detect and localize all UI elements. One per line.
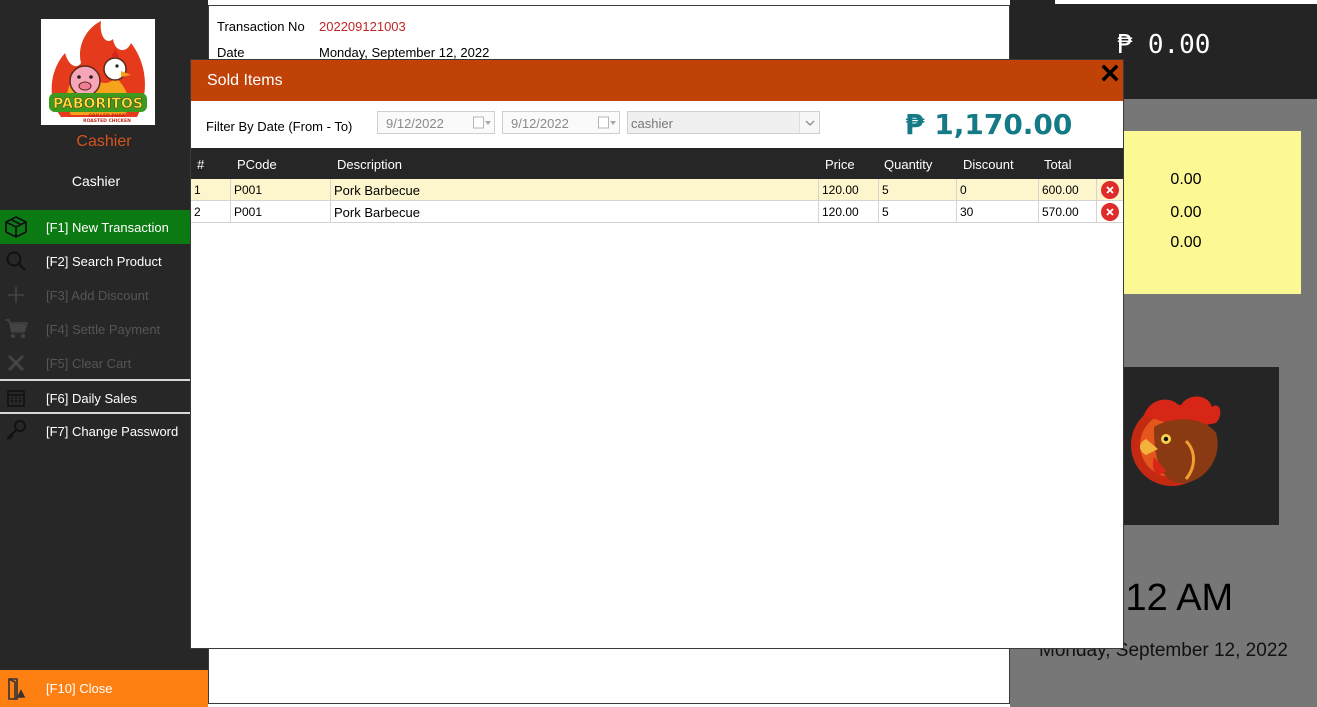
sidebar: PABORITOS GRILLED PORK ROASTED CHICKEN C… — [0, 0, 208, 707]
role-title: Cashier — [76, 133, 132, 150]
cell-description: Pork Barbecue — [331, 179, 819, 201]
total-amount: ₱ 0.00 — [1116, 30, 1211, 60]
cashier-filter-select[interactable]: cashier — [627, 111, 820, 134]
delete-row-icon[interactable] — [1101, 203, 1119, 221]
menu-settle-payment[interactable]: [F4] Settle Payment — [0, 312, 190, 346]
column-header-description: Description — [337, 157, 403, 172]
menu-new-transaction[interactable]: [F1] New Transaction — [0, 210, 190, 244]
calendar-dropdown-icon[interactable] — [473, 116, 491, 130]
cell-pcode: P001 — [231, 201, 331, 223]
logo-brand-text: PABORITOS — [53, 96, 143, 112]
column-header-total: Total — [1044, 157, 1072, 172]
user-name: Cashier — [71, 173, 121, 189]
menu-add-discount-label: [F3] Add Discount — [46, 287, 149, 303]
date-to-picker[interactable]: 9/12/2022 — [502, 111, 620, 134]
column-header-discount: Discount — [963, 157, 1014, 172]
close-icon[interactable] — [1099, 62, 1121, 84]
transaction-date-value: Monday, September 12, 2022 — [319, 45, 490, 60]
plus-icon — [0, 278, 46, 312]
table-row[interactable]: 1 P001 Pork Barbecue 120.00 5 0 600.00 — [191, 179, 1123, 201]
transaction-no-value: 202209121003 — [319, 19, 406, 34]
filter-date-label: Filter By Date (From - To) — [206, 119, 353, 134]
logo-tagline-2: ROASTED CHICKEN — [83, 118, 131, 124]
package-icon — [0, 210, 46, 244]
date-from-value: 9/12/2022 — [386, 116, 444, 131]
summary-value-3: 0.00 — [1170, 234, 1202, 251]
exit-door-icon — [0, 670, 46, 707]
calendar-icon — [0, 381, 46, 415]
menu-search-product[interactable]: [F2] Search Product — [0, 244, 190, 278]
calendar-dropdown-icon[interactable] — [598, 116, 616, 130]
close-button-label: [F10] Close — [46, 681, 113, 696]
column-header-quantity: Quantity — [884, 157, 933, 172]
dialog-title: Sold Items — [207, 72, 283, 89]
column-header-pcode: PCode — [237, 157, 277, 172]
chevron-down-icon[interactable] — [799, 112, 819, 133]
cell-total: 570.00 — [1039, 201, 1097, 223]
cell-total: 600.00 — [1039, 179, 1097, 201]
cell-price: 120.00 — [819, 201, 879, 223]
menu-clear-cart[interactable]: [F5] Clear Cart — [0, 346, 190, 380]
close-button[interactable]: [F10] Close — [0, 670, 208, 707]
cell-number: 1 — [191, 179, 231, 201]
grand-total: ₱ 1,170.00 — [905, 108, 1073, 141]
menu-add-discount[interactable]: [F3] Add Discount — [0, 278, 190, 312]
dialog-header: Sold Items — [191, 60, 1123, 101]
search-icon — [0, 244, 46, 278]
delete-row-icon[interactable] — [1101, 181, 1119, 199]
column-header-number: # — [197, 157, 205, 172]
cell-number: 2 — [191, 201, 231, 223]
payment-summary: 0.00 0.00 0.00 — [1124, 131, 1301, 294]
transaction-date-label: Date — [217, 45, 245, 60]
cell-quantity: 5 — [879, 201, 957, 223]
store-logo: PABORITOS GRILLED PORK ROASTED CHICKEN — [41, 19, 155, 125]
menu-change-password[interactable]: [F7] Change Password — [0, 414, 190, 448]
column-header-price: Price — [825, 157, 855, 172]
menu-search-product-label: [F2] Search Product — [46, 253, 162, 269]
menu-daily-sales-label: [F6] Daily Sales — [46, 390, 138, 406]
menu-daily-sales[interactable]: [F6] Daily Sales — [0, 381, 190, 415]
cell-price: 120.00 — [819, 179, 879, 201]
right-top-strip — [1055, 0, 1317, 4]
sold-items-dialog: Sold Items Filter By Date (From - To) 9/… — [190, 59, 1124, 649]
menu-clear-cart-label: [F5] Clear Cart — [46, 355, 132, 371]
menu-change-password-label: [F7] Change Password — [46, 423, 179, 439]
key-icon — [0, 414, 46, 448]
summary-value-2: 0.00 — [1170, 204, 1202, 221]
date-to-value: 9/12/2022 — [511, 116, 569, 131]
date-from-picker[interactable]: 9/12/2022 — [377, 111, 495, 134]
cell-discount: 0 — [957, 179, 1039, 201]
cell-description: Pork Barbecue — [331, 201, 819, 223]
table-row[interactable]: 2 P001 Pork Barbecue 120.00 5 30 570.00 — [191, 201, 1123, 223]
table-header: # PCode Description Price Quantity Disco… — [191, 148, 1123, 179]
menu-new-transaction-label: [F1] New Transaction — [46, 219, 169, 235]
cell-quantity: 5 — [879, 179, 957, 201]
rooster-logo — [1124, 367, 1279, 525]
cart-icon — [0, 312, 46, 346]
transaction-no-label: Transaction No — [217, 19, 305, 34]
menu-settle-payment-label: [F4] Settle Payment — [46, 321, 161, 337]
summary-value-1: 0.00 — [1170, 171, 1202, 188]
cell-pcode: P001 — [231, 179, 331, 201]
cashier-filter-value: cashier — [631, 116, 673, 131]
x-icon — [0, 346, 46, 380]
cell-discount: 30 — [957, 201, 1039, 223]
